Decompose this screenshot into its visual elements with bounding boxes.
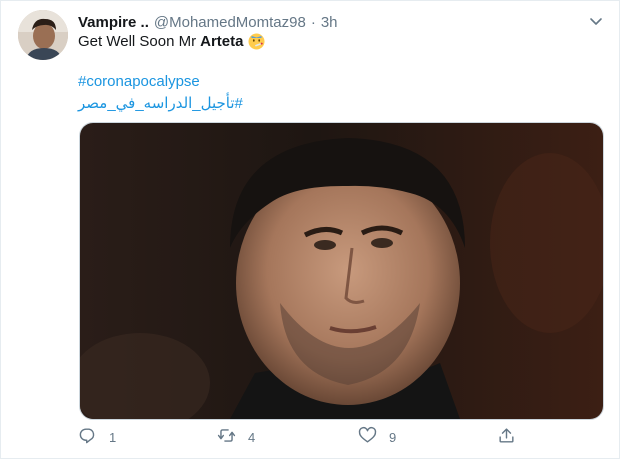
face-with-thermometer-icon: [248, 33, 265, 50]
separator-dot: ·: [310, 13, 316, 31]
hashtag-link[interactable]: #coronapocalypse: [78, 73, 200, 90]
reply-button[interactable]: 1: [78, 426, 116, 448]
like-count: 9: [389, 429, 397, 445]
display-name[interactable]: Vampire ..: [78, 14, 149, 31]
chevron-down-icon[interactable]: [587, 12, 605, 30]
share-icon: [497, 426, 516, 448]
retweet-button[interactable]: 4: [217, 426, 255, 448]
avatar[interactable]: [18, 10, 68, 60]
like-button[interactable]: 9: [358, 426, 396, 448]
tweet-media-image[interactable]: [79, 122, 604, 420]
tweet-text-prefix: Get Well Soon Mr: [78, 33, 197, 50]
share-button[interactable]: [497, 426, 516, 448]
tweet-actions: 1 4 9: [78, 426, 608, 450]
timestamp[interactable]: 3h: [321, 14, 338, 31]
reply-count: 1: [109, 429, 117, 445]
hashtag-link-arabic[interactable]: #تأجيل_الدراسه_في_مصر: [78, 94, 246, 112]
user-handle[interactable]: @MohamedMomtaz98: [154, 14, 306, 31]
tweet-text: Get Well Soon Mr Arteta: [78, 33, 265, 50]
tweet-header: Vampire .. @MohamedMomtaz98 · 3h: [78, 11, 338, 33]
retweet-icon: [217, 426, 236, 448]
heart-icon: [358, 426, 377, 448]
tweet-text-bold: Arteta: [200, 33, 244, 50]
reply-icon: [78, 426, 97, 448]
retweet-count: 4: [248, 429, 256, 445]
